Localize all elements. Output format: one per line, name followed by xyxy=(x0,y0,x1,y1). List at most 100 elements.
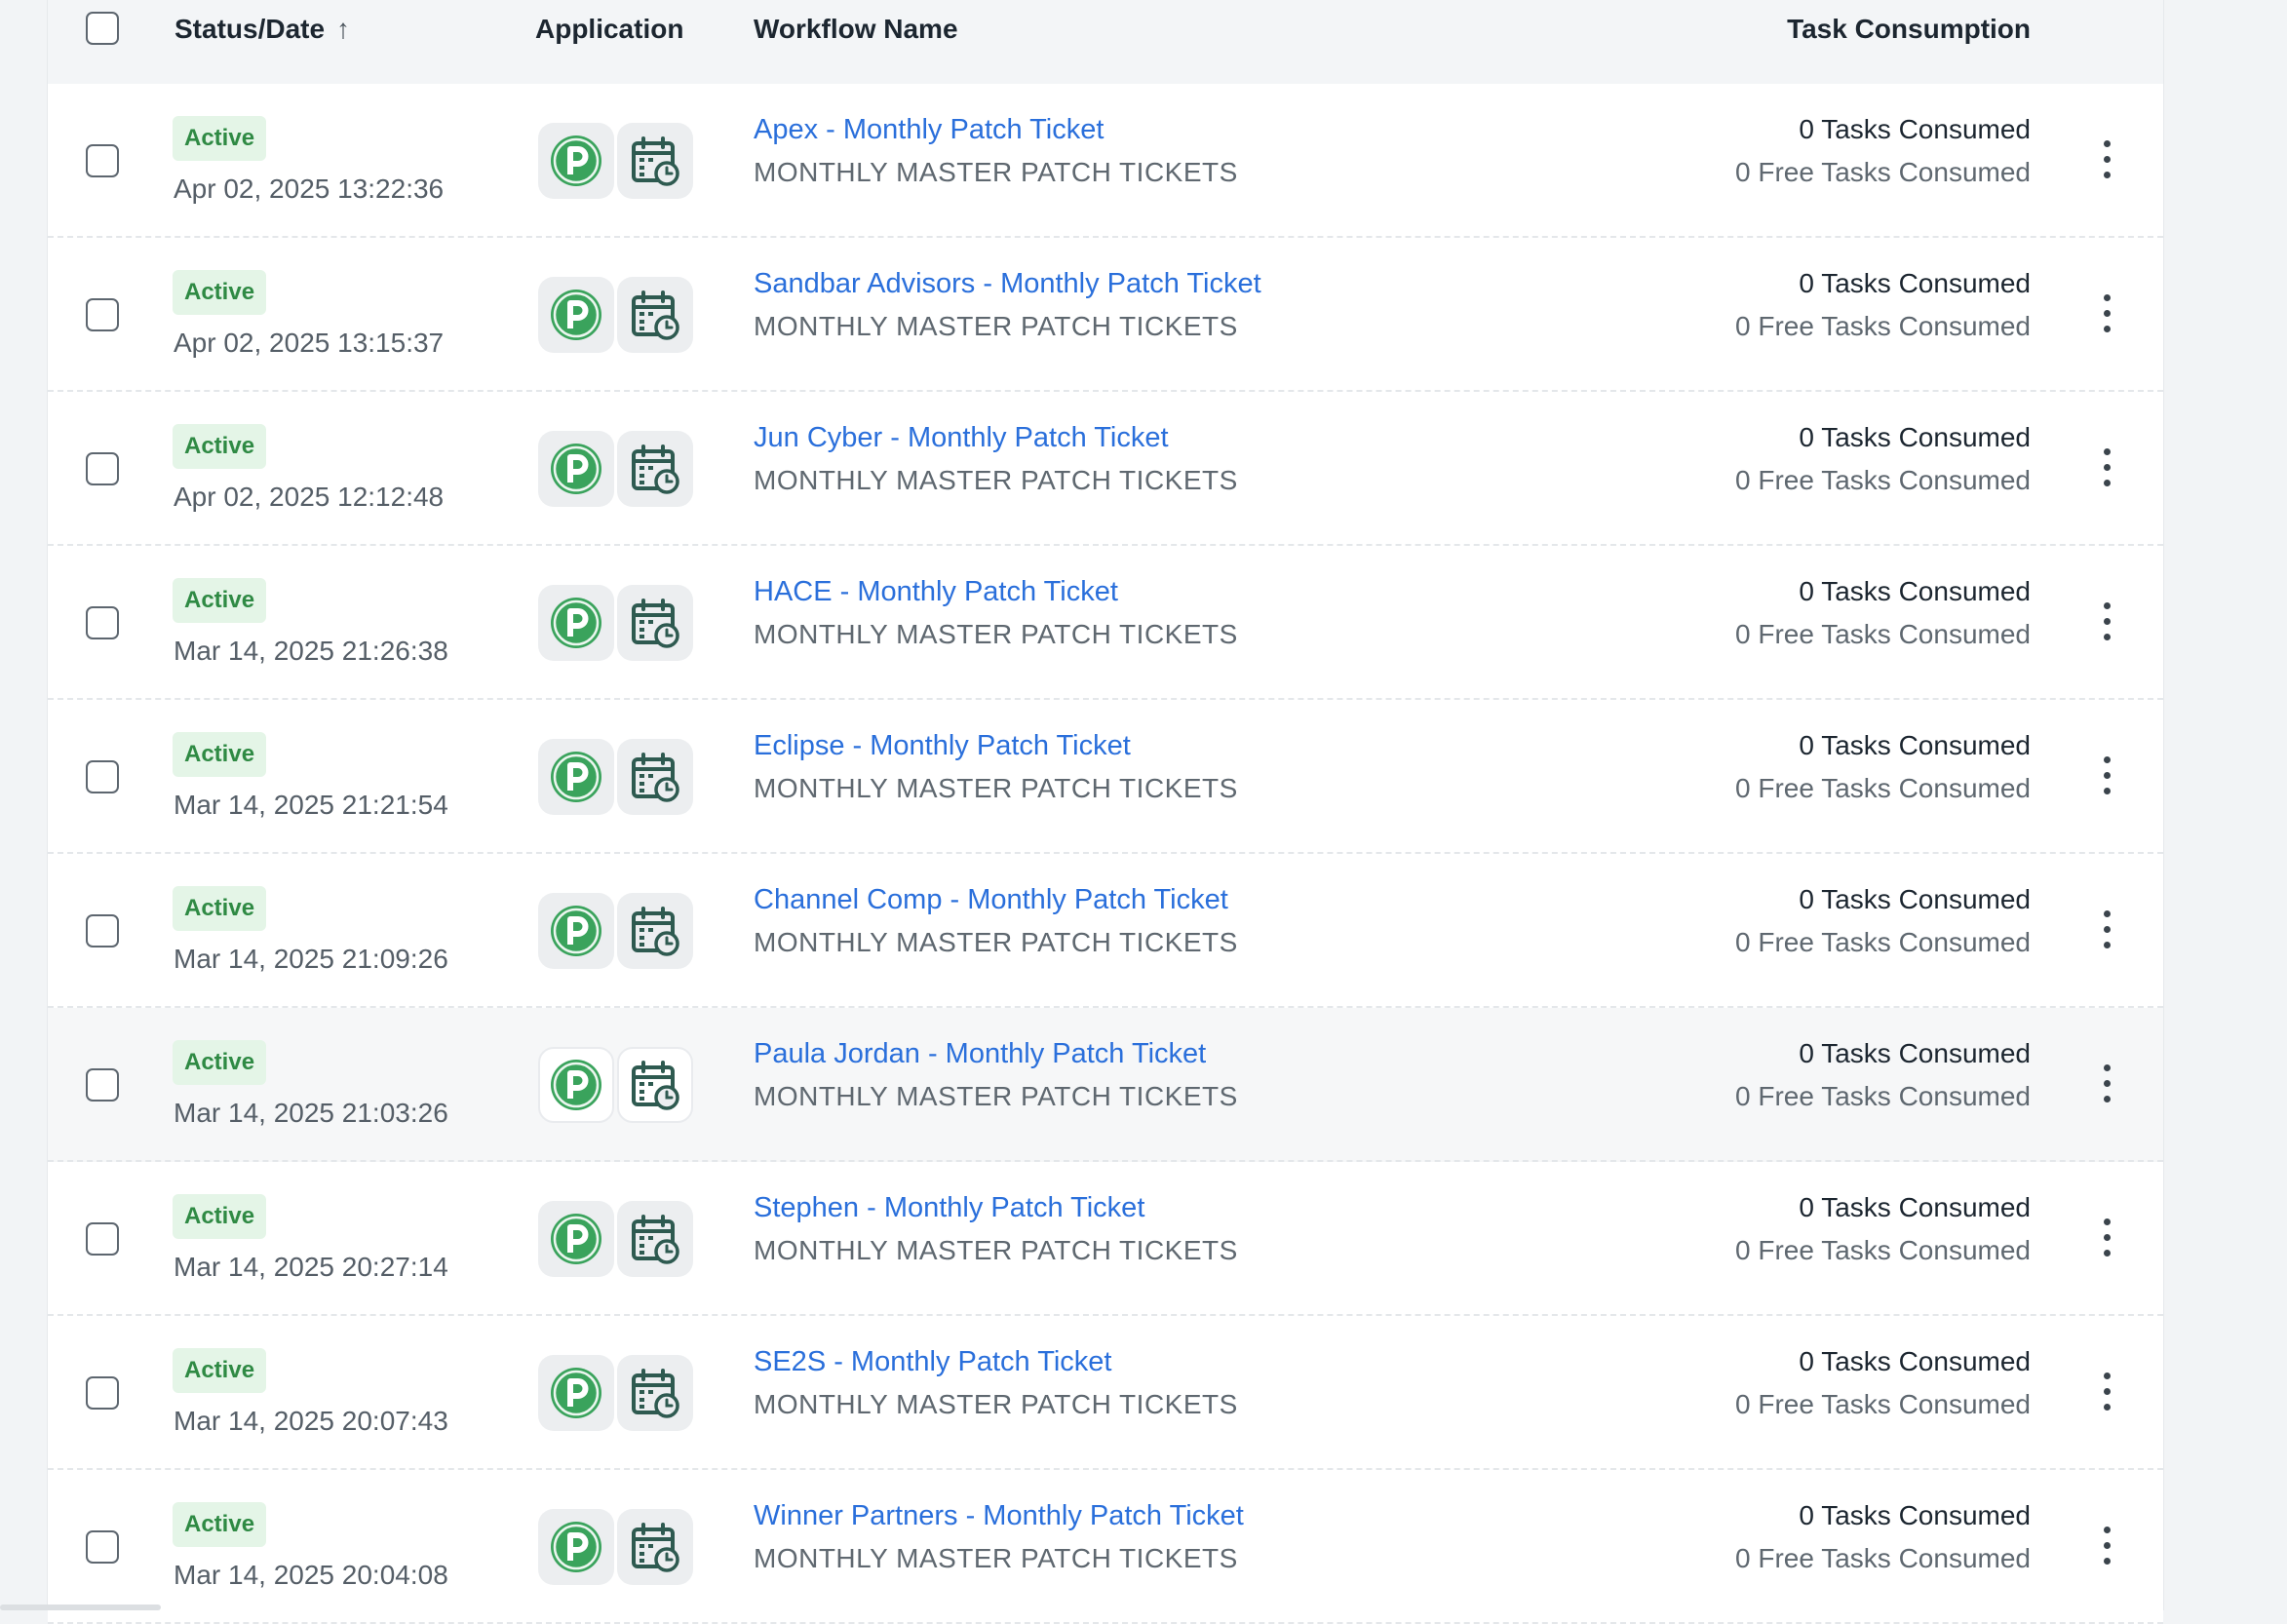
workflow-link[interactable]: Channel Comp - Monthly Patch Ticket xyxy=(754,883,1228,916)
free-tasks-consumed: 0 Free Tasks Consumed xyxy=(1735,773,2031,803)
status-badge: Active xyxy=(173,1502,267,1547)
kebab-dot xyxy=(2104,310,2111,317)
row-date: Mar 14, 2025 21:03:26 xyxy=(174,1098,448,1128)
kebab-dot xyxy=(2104,634,2111,640)
kebab-menu-icon[interactable] xyxy=(2095,439,2118,497)
table-row[interactable]: Active Mar 14, 2025 20:27:14 Stephen - M… xyxy=(48,1162,2163,1316)
status-badge: Active xyxy=(173,1348,267,1393)
kebab-dot xyxy=(2104,326,2111,332)
pulseway-p-icon xyxy=(538,1355,614,1431)
workflow-table: Status/Date ↑ Application Workflow Name T… xyxy=(47,0,2164,1624)
free-tasks-consumed: 0 Free Tasks Consumed xyxy=(1735,311,2031,341)
pulseway-p-icon xyxy=(538,893,614,969)
kebab-menu-icon[interactable] xyxy=(2095,747,2118,805)
tasks-consumed: 0 Tasks Consumed xyxy=(1799,114,2031,144)
kebab-dot xyxy=(2104,1373,2111,1379)
workflow-link[interactable]: Stephen - Monthly Patch Ticket xyxy=(754,1191,1144,1224)
pulseway-p-icon xyxy=(538,585,614,661)
calendar-clock-icon xyxy=(617,893,693,969)
kebab-dot xyxy=(2104,464,2111,471)
table-row[interactable]: Active Mar 14, 2025 20:07:43 SE2S - Mont… xyxy=(48,1316,2163,1470)
row-checkbox[interactable] xyxy=(86,760,119,793)
horizontal-scrollbar[interactable] xyxy=(0,1605,161,1610)
kebab-dot xyxy=(2104,1542,2111,1549)
kebab-dot xyxy=(2104,1096,2111,1102)
row-date: Mar 14, 2025 21:09:26 xyxy=(174,944,448,974)
kebab-dot xyxy=(2104,1558,2111,1565)
kebab-menu-icon[interactable] xyxy=(2095,131,2118,189)
kebab-dot xyxy=(2104,910,2111,917)
table-row[interactable]: Active Mar 14, 2025 21:09:26 Channel Com… xyxy=(48,854,2163,1008)
status-badge: Active xyxy=(173,1194,267,1239)
free-tasks-consumed: 0 Free Tasks Consumed xyxy=(1735,1081,2031,1111)
workflow-link[interactable]: Winner Partners - Monthly Patch Ticket xyxy=(754,1499,1244,1532)
row-checkbox[interactable] xyxy=(86,452,119,485)
table-row[interactable]: Active Apr 02, 2025 13:15:37 Sandbar Adv… xyxy=(48,238,2163,392)
table-row[interactable]: Active Apr 02, 2025 12:12:48 Jun Cyber -… xyxy=(48,392,2163,546)
kebab-dot xyxy=(2104,1064,2111,1071)
table-row[interactable]: Active Apr 02, 2025 13:22:36 Apex - Mont… xyxy=(48,84,2163,238)
pulseway-p-icon xyxy=(538,123,614,199)
workflow-folder: MONTHLY MASTER PATCH TICKETS xyxy=(754,1543,1238,1573)
free-tasks-consumed: 0 Free Tasks Consumed xyxy=(1735,927,2031,957)
kebab-menu-icon[interactable] xyxy=(2095,593,2118,651)
workflow-link[interactable]: SE2S - Monthly Patch Ticket xyxy=(754,1345,1111,1378)
pulseway-p-icon xyxy=(538,277,614,353)
row-checkbox[interactable] xyxy=(86,1222,119,1256)
row-checkbox[interactable] xyxy=(86,1376,119,1410)
tasks-consumed: 0 Tasks Consumed xyxy=(1799,1346,2031,1376)
workflow-link[interactable]: Sandbar Advisors - Monthly Patch Ticket xyxy=(754,267,1261,300)
table-row[interactable]: Active Mar 14, 2025 20:04:08 Winner Part… xyxy=(48,1470,2163,1624)
status-badge: Active xyxy=(173,270,267,315)
kebab-dot xyxy=(2104,448,2111,455)
row-checkbox[interactable] xyxy=(86,914,119,947)
row-date: Mar 14, 2025 20:04:08 xyxy=(174,1560,448,1590)
kebab-menu-icon[interactable] xyxy=(2095,901,2118,959)
column-status-date[interactable]: Status/Date ↑ xyxy=(174,14,350,45)
kebab-dot xyxy=(2104,1218,2111,1225)
kebab-menu-icon[interactable] xyxy=(2095,1055,2118,1113)
table-row[interactable]: Active Mar 14, 2025 21:21:54 Eclipse - M… xyxy=(48,700,2163,854)
calendar-clock-icon xyxy=(617,739,693,815)
row-date: Mar 14, 2025 21:21:54 xyxy=(174,790,448,820)
workflow-link[interactable]: Jun Cyber - Monthly Patch Ticket xyxy=(754,421,1169,454)
workflow-link[interactable]: HACE - Monthly Patch Ticket xyxy=(754,575,1118,608)
kebab-dot xyxy=(2104,602,2111,609)
free-tasks-consumed: 0 Free Tasks Consumed xyxy=(1735,1543,2031,1573)
table-row[interactable]: Active Mar 14, 2025 21:26:38 HACE - Mont… xyxy=(48,546,2163,700)
workflow-folder: MONTHLY MASTER PATCH TICKETS xyxy=(754,619,1238,649)
row-checkbox[interactable] xyxy=(86,1530,119,1564)
workflow-link[interactable]: Apex - Monthly Patch Ticket xyxy=(754,113,1104,146)
row-checkbox[interactable] xyxy=(86,606,119,639)
kebab-dot xyxy=(2104,942,2111,948)
row-date: Apr 02, 2025 13:22:36 xyxy=(174,174,445,204)
tasks-consumed: 0 Tasks Consumed xyxy=(1799,884,2031,914)
free-tasks-consumed: 0 Free Tasks Consumed xyxy=(1735,619,2031,649)
workflow-link[interactable]: Paula Jordan - Monthly Patch Ticket xyxy=(754,1037,1206,1070)
pulseway-p-icon xyxy=(538,1047,614,1123)
row-date: Mar 14, 2025 21:26:38 xyxy=(174,636,448,666)
kebab-menu-icon[interactable] xyxy=(2095,1517,2118,1575)
status-badge: Active xyxy=(173,886,267,931)
kebab-dot xyxy=(2104,618,2111,625)
kebab-dot xyxy=(2104,294,2111,301)
kebab-dot xyxy=(2104,1250,2111,1257)
row-checkbox[interactable] xyxy=(86,1068,119,1102)
kebab-menu-icon[interactable] xyxy=(2095,1209,2118,1267)
row-checkbox[interactable] xyxy=(86,298,119,331)
workflow-folder: MONTHLY MASTER PATCH TICKETS xyxy=(754,465,1238,495)
pulseway-p-icon xyxy=(538,1201,614,1277)
select-all-checkbox[interactable] xyxy=(86,12,119,45)
table-row[interactable]: Active Mar 14, 2025 21:03:26 Paula Jorda… xyxy=(48,1008,2163,1162)
workflow-link[interactable]: Eclipse - Monthly Patch Ticket xyxy=(754,729,1131,762)
kebab-menu-icon[interactable] xyxy=(2095,285,2118,343)
row-checkbox[interactable] xyxy=(86,144,119,177)
kebab-dot xyxy=(2104,772,2111,779)
sort-ascending-icon[interactable]: ↑ xyxy=(336,14,350,45)
row-date: Mar 14, 2025 20:07:43 xyxy=(174,1406,448,1436)
status-badge: Active xyxy=(173,424,267,469)
kebab-menu-icon[interactable] xyxy=(2095,1363,2118,1421)
status-badge: Active xyxy=(173,578,267,623)
status-badge: Active xyxy=(173,1040,267,1085)
workflow-folder: MONTHLY MASTER PATCH TICKETS xyxy=(754,1081,1238,1111)
